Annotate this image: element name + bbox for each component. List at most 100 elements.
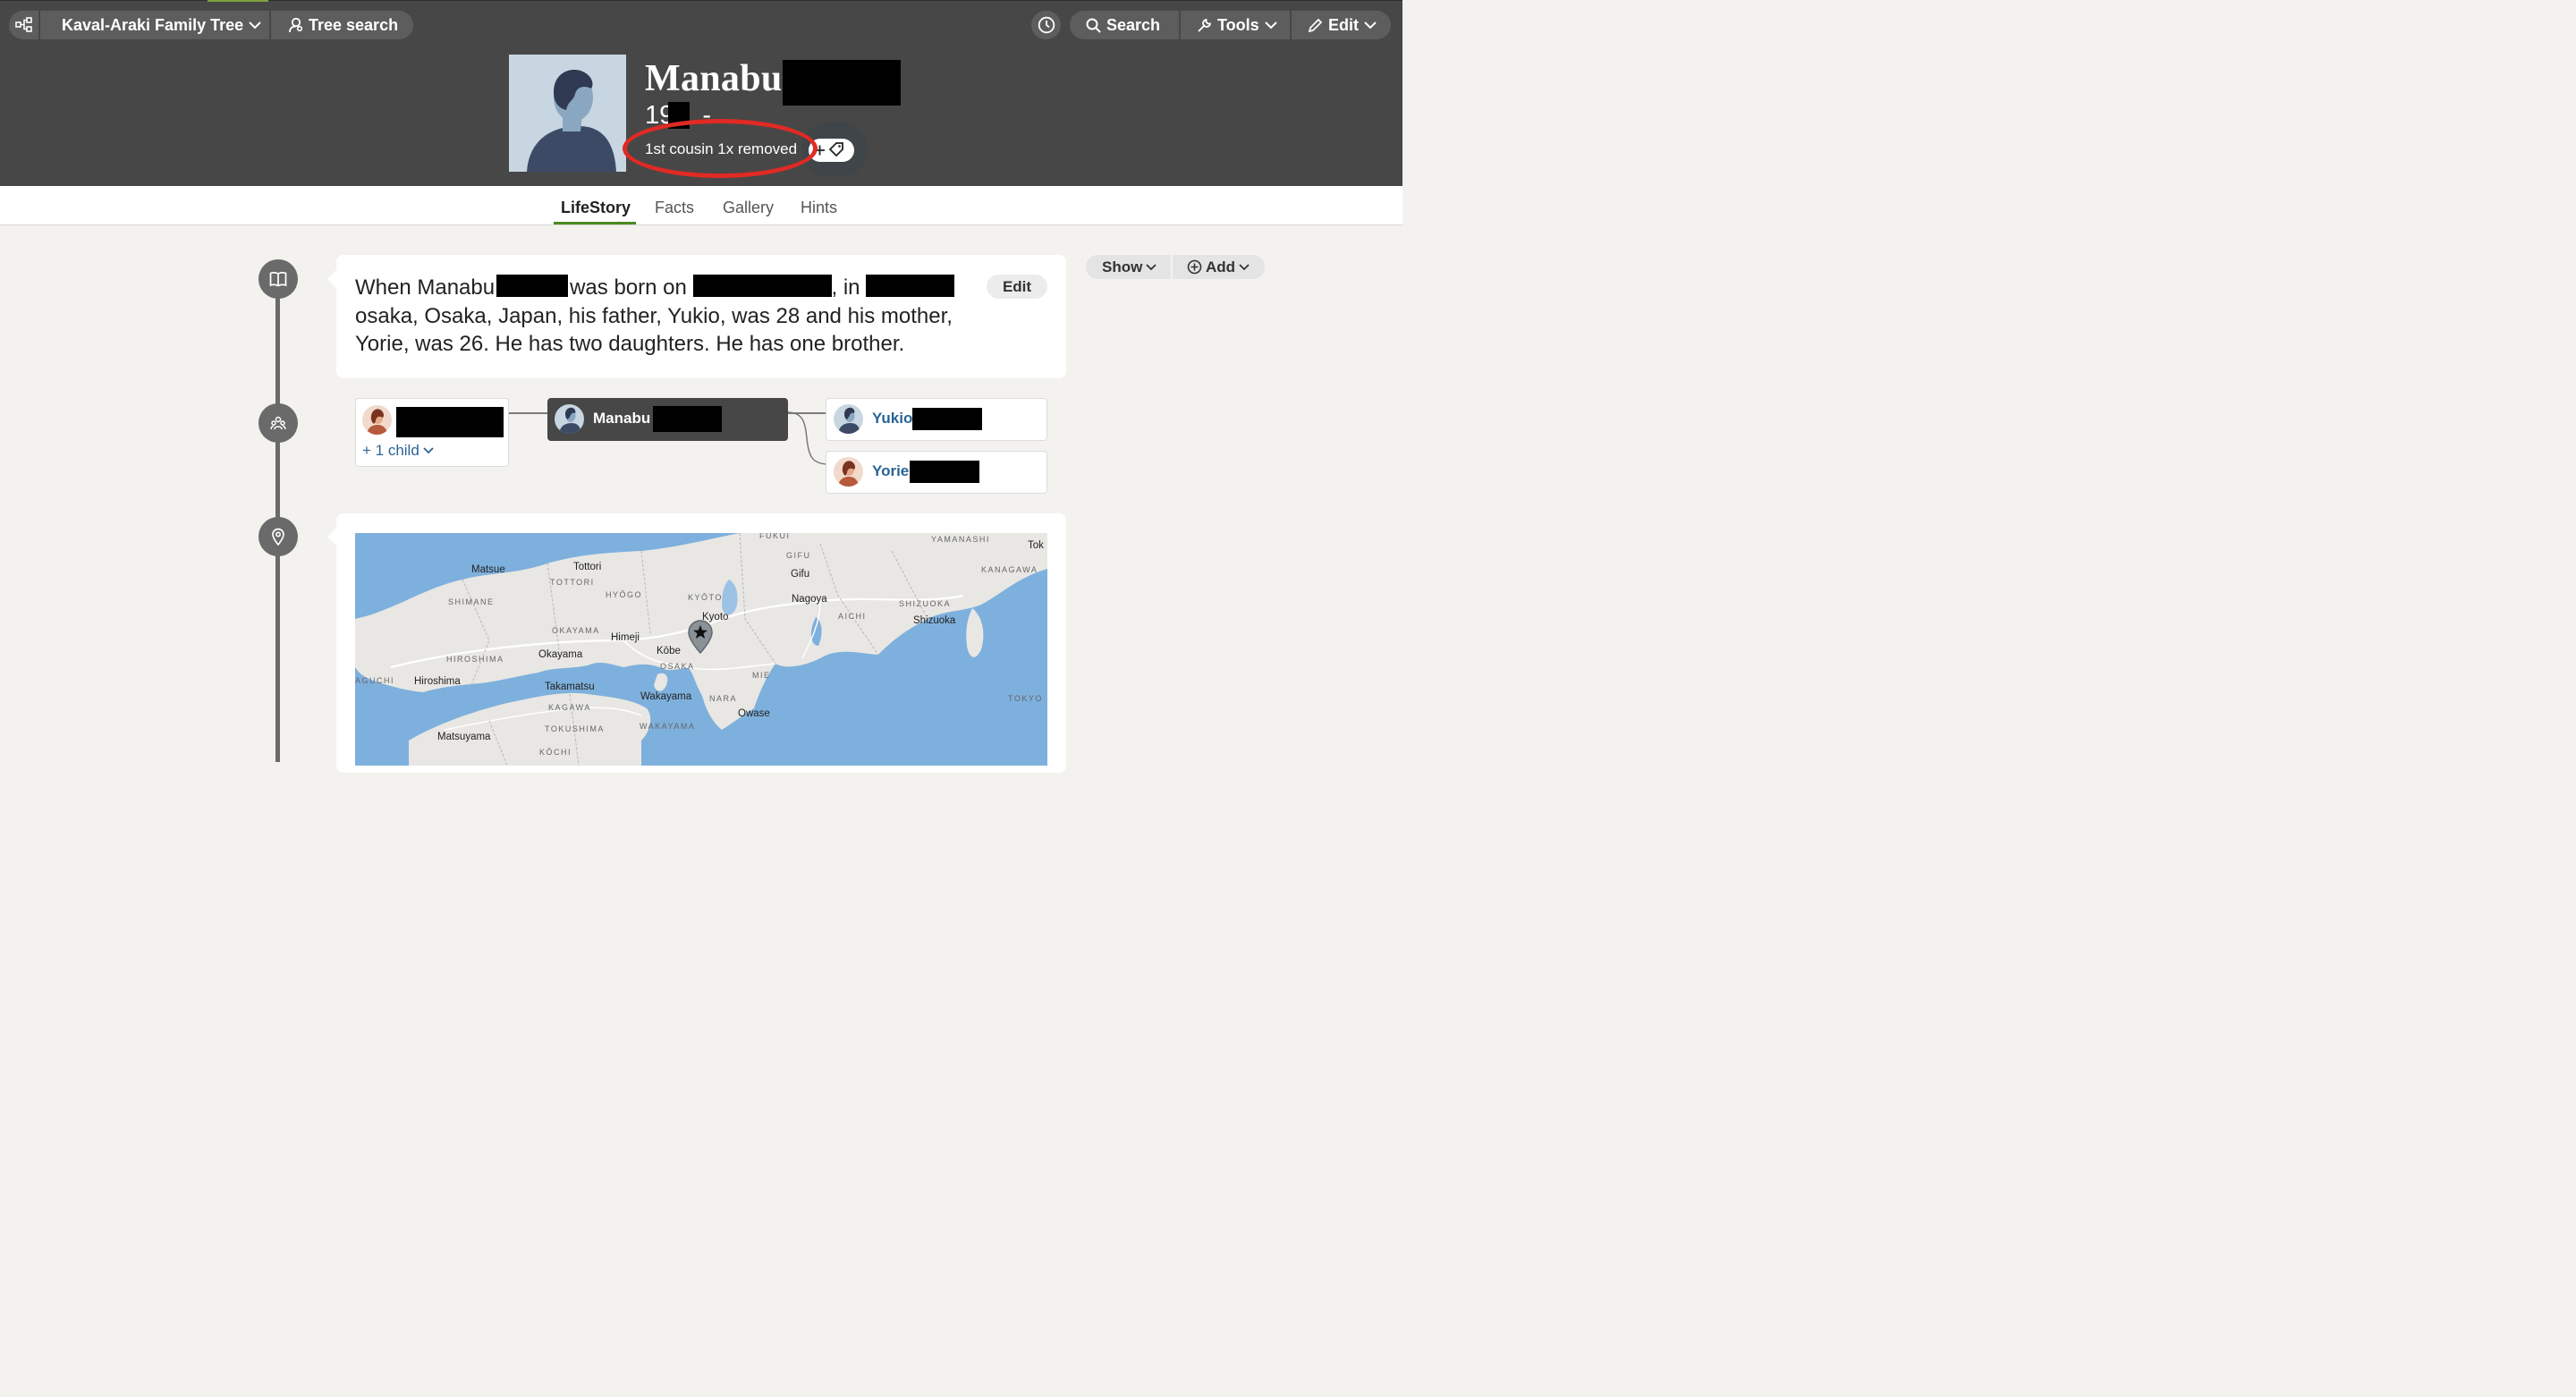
edit-story-button[interactable]: Edit [987, 275, 1047, 299]
map-label-aguchi: AGUCHI [355, 676, 395, 685]
show-label: Show [1102, 258, 1143, 275]
tools-dropdown[interactable]: Tools [1179, 11, 1290, 39]
add-tag-icon [814, 142, 843, 157]
search-label: Search [1106, 15, 1161, 34]
add-label: Add [1206, 258, 1236, 275]
profile-header: Kaval-Araki Family Tree Tree search Sear… [0, 0, 1402, 186]
lifestory-text: When Manabu was born on , in osaka, Osaka… [355, 274, 981, 359]
map-label-tokyo: TOKYO [1008, 694, 1043, 703]
map-label-owase: Owase [738, 708, 770, 719]
map-label-tottori: TOTTORI [550, 578, 595, 587]
female-silhouette-icon [834, 457, 863, 487]
top-actions-group: Search Tools Edit [1070, 11, 1391, 39]
redacted-spouse-name [396, 407, 504, 437]
map-label-okayama: Okayama [538, 649, 583, 660]
map-pin-icon [272, 528, 284, 546]
redacted-surname [496, 275, 569, 297]
map-label-shizuoka: SHIZUOKA [899, 599, 952, 608]
active-tab-indicator [554, 222, 636, 224]
edit-label: Edit [1328, 15, 1359, 34]
redacted-focus-surname [653, 406, 722, 432]
profile-tabs: LifeStory Facts Gallery Hints [0, 186, 1402, 225]
map-label-okayama: OKAYAMA [552, 626, 600, 635]
male-silhouette-icon [509, 55, 626, 172]
redacted-mother-surname [910, 461, 979, 483]
add-dropdown[interactable]: Add [1171, 255, 1265, 279]
chevron-down-icon [423, 447, 434, 454]
pencil-icon [1308, 18, 1323, 32]
tree-selector-dropdown[interactable]: Kaval-Araki Family Tree [38, 11, 269, 39]
map-label-matsuyama: Matsuyama [437, 732, 491, 742]
birthplace-pin-icon[interactable] [687, 619, 714, 655]
story-text-2: was born on [570, 275, 687, 300]
map-label-yamanashi: YAMANASHI [931, 535, 990, 544]
book-icon [269, 271, 287, 287]
map-label-k-chi: KŌCHI [539, 748, 572, 757]
redacted-birth-date [692, 275, 832, 297]
chevron-down-icon [249, 21, 261, 29]
map-card-pointer [327, 528, 336, 546]
map-label-hiroshima: HIROSHIMA [446, 655, 504, 664]
map-label-fukui: FUKUI [759, 533, 791, 540]
history-button[interactable] [1031, 11, 1061, 39]
map-label-tottori: Tottori [573, 562, 602, 572]
redacted-birth-place [866, 275, 955, 297]
female-silhouette-icon [362, 405, 392, 435]
map-label-gifu: GIFU [786, 551, 811, 560]
map-label-wakayama: WAKAYAMA [640, 722, 696, 731]
tree-search-button[interactable]: Tree search [269, 11, 413, 39]
map-label-hy-go: HYŌGO [606, 590, 643, 599]
clock-icon [1038, 16, 1055, 34]
map-label-takamatsu: Takamatsu [545, 682, 595, 692]
female-avatar [362, 405, 392, 435]
tree-nav-group: Kaval-Araki Family Tree Tree search [9, 11, 413, 39]
search-button[interactable]: Search [1070, 11, 1179, 39]
family-timeline-marker [258, 403, 298, 443]
chevron-down-icon [1146, 263, 1157, 270]
mother-name-link[interactable]: Yorie [872, 462, 909, 480]
edit-dropdown[interactable]: Edit [1290, 11, 1391, 39]
lifestory-actions: Show Add [1086, 255, 1265, 279]
header-accent-bar [208, 0, 268, 2]
tree-structure-icon [14, 17, 32, 32]
tree-search-label: Tree search [309, 15, 399, 34]
tab-hints[interactable]: Hints [801, 199, 837, 217]
expand-children-link[interactable]: + 1 child [362, 442, 434, 460]
person-name: Manabu [645, 58, 783, 99]
story-card-pointer [327, 270, 336, 288]
tab-facts[interactable]: Facts [655, 199, 694, 217]
male-silhouette-icon [834, 404, 863, 434]
spouse-connector [509, 412, 548, 414]
person-search-icon [289, 17, 303, 33]
map-label-matsue: Matsue [471, 564, 505, 575]
male-silhouette-icon [555, 404, 584, 434]
map-label-gifu: Gifu [791, 569, 810, 580]
focus-person-name: Manabu [593, 410, 651, 427]
map-label-kyoto: Kyoto [702, 612, 729, 622]
wrench-icon [1198, 18, 1212, 32]
children-count-label: + 1 child [362, 442, 419, 459]
male-avatar [834, 404, 863, 434]
map-label-mie: MIE [752, 671, 771, 680]
tab-gallery[interactable]: Gallery [723, 199, 774, 217]
profile-photo[interactable] [509, 55, 626, 172]
father-name-link[interactable]: Yukio [872, 410, 912, 428]
tree-view-button[interactable] [9, 11, 38, 39]
red-annotation-circle [623, 119, 818, 178]
plus-circle-icon [1187, 259, 1202, 275]
show-dropdown[interactable]: Show [1086, 255, 1171, 279]
redacted-surname [783, 60, 901, 106]
story-text-3: , in [831, 275, 860, 300]
family-icon [270, 416, 286, 430]
redacted-father-surname [912, 408, 982, 430]
location-timeline-marker [258, 517, 298, 556]
story-text-4: osaka, Osaka, Japan, his father, Yukio, … [355, 303, 953, 357]
tab-lifestory[interactable]: LifeStory [561, 199, 631, 217]
tree-name-label: Kaval-Araki Family Tree [62, 15, 244, 34]
female-avatar [834, 457, 863, 487]
map-label-kanagawa: KANAGAWA [981, 565, 1038, 574]
chevron-down-icon [1239, 263, 1250, 270]
birthplace-map[interactable]: FUKUI YAMANASHI Tok Matsue Tottori TOTTORI GIF… [355, 533, 1047, 766]
map-label-wakayama: Wakayama [640, 691, 692, 702]
map-label-kagawa: KAGAWA [548, 703, 591, 712]
